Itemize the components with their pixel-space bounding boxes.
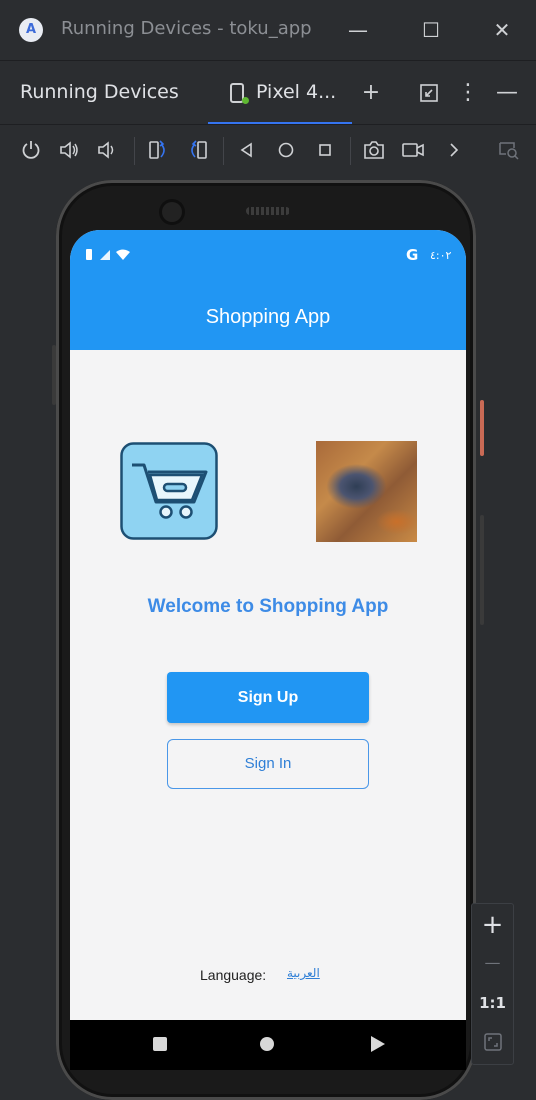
zoom-controls: + — 1:1 [471, 903, 514, 1065]
chevron-right-icon [450, 143, 459, 157]
earpiece-speaker [246, 207, 290, 215]
back-triangle-icon [240, 142, 252, 158]
maximize-button[interactable]: ☐ [419, 18, 443, 42]
welcome-heading: Welcome to Shopping App [147, 596, 389, 617]
device-toolbar [0, 124, 536, 178]
fit-screen-button[interactable] [472, 1028, 513, 1056]
back-button[interactable] [234, 137, 260, 163]
rotate-left-button[interactable] [145, 137, 171, 163]
nav-home-circle-icon[interactable] [260, 1037, 274, 1051]
video-camera-icon [402, 143, 424, 157]
language-label: Language: [200, 967, 267, 983]
rotate-right-icon [191, 140, 207, 159]
phone-side-button [52, 345, 56, 405]
options-menu-button[interactable]: ⋮ [454, 79, 482, 107]
volume-down-button[interactable] [94, 137, 120, 163]
zoom-out-button[interactable]: — [472, 948, 513, 978]
toolbar-divider [350, 137, 351, 165]
android-studio-logo-icon: A [19, 18, 43, 42]
more-actions-button[interactable] [441, 137, 467, 163]
nav-square-icon[interactable] [153, 1037, 167, 1051]
nav-triangle-icon[interactable] [371, 1036, 385, 1052]
volume-up-button[interactable] [56, 137, 82, 163]
tool-window-title: Running Devices [20, 81, 179, 103]
status-icons [86, 248, 134, 266]
toolbar-divider [134, 137, 135, 165]
camera-icon [364, 141, 384, 159]
overview-button[interactable] [312, 137, 338, 163]
minimize-button[interactable]: — [346, 18, 370, 42]
window-title: Running Devices - toku_app [61, 18, 312, 39]
app-bar: Shopping App [70, 282, 466, 350]
power-button[interactable] [18, 137, 44, 163]
detach-icon [420, 84, 438, 102]
sign-up-button[interactable]: Sign Up [167, 672, 369, 723]
toolbar-divider [223, 137, 224, 165]
status-time: ٤:٠٢ [430, 249, 452, 262]
zoom-in-button[interactable]: + [472, 908, 513, 942]
window-title-bar: A Running Devices - toku_app — ☐ ✕ [0, 0, 536, 60]
android-navigation-bar [70, 1020, 466, 1070]
screen-record-button[interactable] [400, 137, 426, 163]
surface-photo-image [316, 441, 417, 542]
shopping-cart-logo-icon [120, 442, 218, 540]
add-device-button[interactable]: + [357, 79, 385, 107]
tab-pixel-device[interactable]: Pixel 4... [208, 61, 352, 125]
phone-power-key [480, 400, 484, 456]
google-icon: G [406, 246, 419, 264]
home-circle-icon [278, 142, 294, 158]
close-window-button[interactable]: ✕ [490, 18, 514, 42]
status-bar: G ٤:٠٢ [70, 230, 466, 282]
volume-down-icon [98, 141, 114, 159]
rotate-right-button[interactable] [185, 137, 211, 163]
tool-window-header: Running Devices Pixel 4... + ⋮ — [0, 60, 536, 125]
rotate-left-icon [149, 140, 165, 159]
sign-in-button[interactable]: Sign In [167, 739, 369, 789]
signal-wifi-icon [86, 249, 130, 260]
actual-size-button[interactable]: 1:1 [472, 988, 513, 1018]
volume-up-icon [60, 141, 78, 159]
phone-volume-key [480, 515, 484, 625]
device-mirroring-button[interactable] [496, 137, 522, 163]
screenshot-button[interactable] [361, 137, 387, 163]
device-tab-label: Pixel 4... [256, 81, 337, 103]
page-title: Shopping App [205, 306, 331, 328]
power-icon [22, 141, 40, 159]
overview-square-icon [319, 144, 331, 156]
device-online-indicator [242, 97, 249, 104]
hide-tool-window-button[interactable]: — [493, 79, 521, 107]
phone-screen[interactable]: G ٤:٠٢ Shopping App Welcome to Shopping … [70, 230, 466, 1070]
detach-window-button[interactable] [415, 79, 443, 107]
home-button[interactable] [273, 137, 299, 163]
front-camera [162, 202, 182, 222]
device-mirror-icon [499, 142, 519, 160]
language-arabic-link[interactable]: العربية [287, 966, 320, 980]
fit-screen-icon [483, 1033, 502, 1051]
